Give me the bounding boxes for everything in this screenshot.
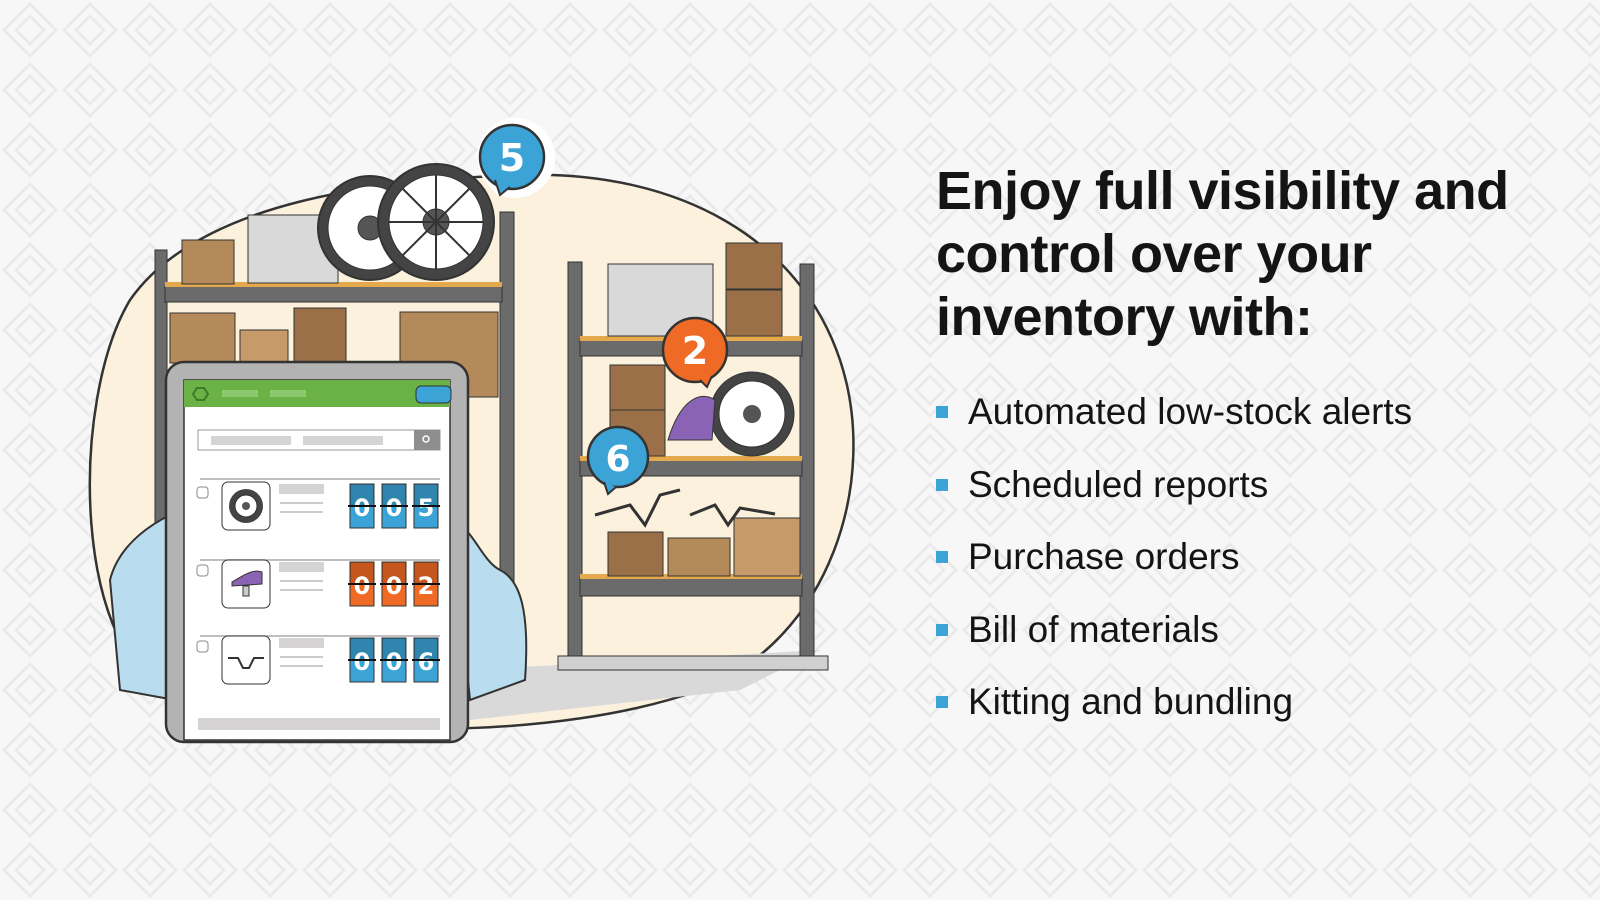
wheel-icon (317, 163, 495, 281)
bullet-icon (936, 478, 948, 491)
row-checkbox[interactable] (196, 486, 209, 499)
counter-digit-text: 2 (418, 572, 435, 600)
feature-item: Automated low-stock alerts (936, 376, 1412, 449)
bullet-icon (936, 406, 948, 419)
counter-digit-text: 0 (386, 494, 403, 522)
counter-digit-text: 5 (418, 494, 435, 522)
bullet-icon (936, 696, 948, 709)
headline: Enjoy full visibility and control over y… (936, 161, 1509, 347)
header-button (415, 385, 452, 404)
counter-digit-text: 0 (354, 572, 371, 600)
bullet-icon (936, 551, 948, 564)
feature-item: Kitting and bundling (936, 666, 1412, 739)
svg-text:6: 6 (605, 439, 630, 480)
svg-text:5: 5 (499, 136, 525, 180)
feature-item: Purchase orders (936, 521, 1412, 594)
feature-item: Bill of materials (936, 594, 1412, 667)
row-checkbox[interactable] (196, 640, 209, 653)
counter-digit-text: 0 (354, 648, 371, 676)
counter-digit-text: 0 (386, 648, 403, 676)
handlebar-icon (221, 635, 271, 685)
bullet-icon (936, 623, 948, 636)
row-checkbox[interactable] (196, 564, 209, 577)
counter-digit-text: 0 (386, 572, 403, 600)
counter-digit-text: 0 (354, 494, 371, 522)
svg-text:2: 2 (682, 329, 708, 373)
counter-digit-text: 6 (418, 648, 435, 676)
feature-item: Scheduled reports (936, 449, 1412, 522)
tablet: 0 0 50 0 20 0 6 (164, 360, 470, 744)
feature-list: Automated low-stock alerts Scheduled rep… (936, 376, 1412, 739)
